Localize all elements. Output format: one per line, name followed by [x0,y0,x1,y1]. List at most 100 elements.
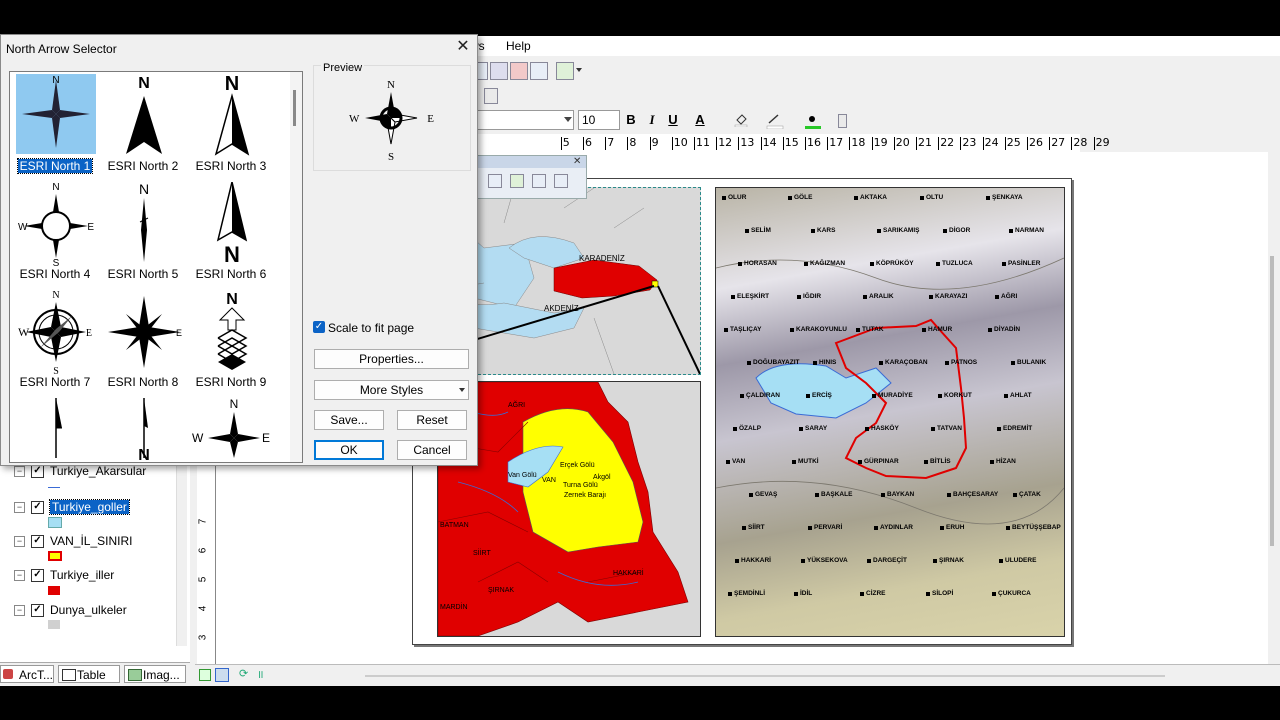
toc-layer-row[interactable]: − ✓ Dunya_ulkeler [14,601,127,619]
format-toolbar-options-icon[interactable] [838,114,847,128]
float-tool-2-icon[interactable] [510,174,524,188]
float-tool-3-icon[interactable] [532,174,546,188]
relief-place-dot [745,229,749,233]
save-button[interactable]: Save... [314,410,384,430]
toolbar-grip-icon[interactable] [484,88,498,104]
fill-color-icon[interactable] [734,113,748,128]
layer-name[interactable]: VAN_İL_SINIRI [50,534,132,548]
marker-color-icon[interactable] [804,113,822,129]
ruler-tick [605,137,607,150]
refresh-icon[interactable]: ⟳ [239,667,248,680]
relief-place-label: KAĞIZMAN [810,260,846,267]
layout-view-icon[interactable] [215,668,229,682]
toc-scrollbar[interactable] [176,456,187,646]
cancel-button[interactable]: Cancel [397,440,467,460]
gallery-scrollbar[interactable] [290,72,302,462]
float-tool-1-icon[interactable] [488,174,502,188]
north-arrow-option[interactable]: N ESRI North 9 [188,288,274,392]
float-tool-4-icon[interactable] [554,174,568,188]
toolbar-dropdown-icon[interactable] [576,68,582,72]
north-arrow-option[interactable]: N ESRI North 2 [100,72,186,176]
collapse-icon[interactable]: − [14,535,25,547]
layer-visibility-checkbox[interactable]: ✓ [31,603,44,617]
toolbox-icon[interactable] [510,62,528,80]
gallery-scroll-thumb[interactable] [293,90,296,126]
window-icon[interactable] [530,62,548,80]
collapse-icon[interactable]: − [14,604,25,616]
floating-toolbar-titlebar[interactable] [476,156,586,168]
font-name-combo[interactable] [470,110,574,130]
toc-layer-row[interactable]: − ✓ Turkiye_goller [14,498,130,516]
relief-place-dot [788,196,792,200]
north-arrow-label-text: ESRI North 6 [195,267,267,281]
underline-button[interactable]: U [665,111,681,129]
ruler-tick [694,137,695,150]
relief-place-label: TUTAK [862,326,884,333]
svg-text:N: N [224,242,240,266]
collapse-icon[interactable]: − [14,465,25,477]
pause-icon[interactable]: ॥ [257,667,264,682]
ruler-tick-label: 16 [807,136,821,149]
layer-name[interactable]: Turkiye_Akarsular [50,464,146,478]
scale-to-fit-label[interactable]: Scale to fit page [328,321,414,335]
layer-visibility-checkbox[interactable]: ✓ [31,568,44,582]
north-arrow-gallery[interactable]: N E W N N ESRI North 9 E ESRI North 8 N S E W ESRI N… [9,71,303,463]
north-arrow-option[interactable]: N ESRI North 5 [100,180,186,284]
font-name-dropdown-icon[interactable] [564,117,572,122]
relief-place-dot [943,229,947,233]
layer-name[interactable]: Turkiye_goller [49,499,130,515]
svg-text:S: S [53,258,60,266]
layer-visibility-checkbox[interactable]: ✓ [31,464,44,478]
font-size-combo[interactable]: 10 [578,110,620,130]
data-view-icon[interactable] [199,669,211,681]
menu-help[interactable]: Help [506,39,531,53]
collapse-icon[interactable]: − [14,569,25,581]
preview-e-letter: E [427,113,434,125]
toc-layer-row[interactable]: − ✓ VAN_İL_SINIRI [14,532,132,550]
ok-button[interactable]: OK [314,440,384,460]
north-arrow-option[interactable] [12,396,98,462]
relief-place-dot [881,493,885,497]
north-arrow-option[interactable]: N [100,396,186,462]
north-arrow-option[interactable]: N S E W ESRI North 7 [12,288,98,392]
svg-text:N: N [52,290,59,301]
ruler-tick-label: 9 [651,136,659,149]
north-arrow-label-text: ESRI North 8 [107,375,179,389]
layer-visibility-checkbox[interactable]: ✓ [31,500,44,514]
scale-to-fit-checkbox[interactable]: ✓ [313,321,325,333]
font-color-button[interactable]: A [692,111,708,129]
layer-name[interactable]: Turkiye_iller [50,568,114,582]
relief-map-frame[interactable]: OLUR GÖLE AKTAKA OLTU ŞENKAYA SELİM KARS SARIKA… [715,187,1065,637]
north-arrow-option[interactable]: E ESRI North 8 [100,288,186,392]
line-color-icon[interactable] [766,113,784,130]
relief-place-label: YÜKSEKOVA [807,557,848,564]
ruler-tick-label: 27 [1051,136,1066,149]
layer-name[interactable]: Dunya_ulkeler [50,603,127,617]
layout-page[interactable]: KARADENİZ AKDENİZ ✕ AĞRI Van Gölü VAN Er… [412,155,1072,645]
toc-layer-row[interactable]: − ✓ Turkiye_iller [14,566,114,584]
north-arrow-option[interactable]: N ESRI North 1 [12,72,98,176]
north-arrow-option[interactable]: N ESRI North 6 [188,180,274,284]
north-arrow-option[interactable]: N S E W ESRI North 4 [12,180,98,284]
collapse-icon[interactable]: − [14,501,25,513]
properties-button[interactable]: Properties... [314,349,469,369]
bold-button[interactable]: B [623,111,639,129]
floating-close-icon[interactable]: ✕ [573,156,581,167]
ruler-tick [982,137,984,150]
reset-button[interactable]: Reset [397,410,467,430]
north-arrow-option[interactable]: N E W [188,396,274,462]
relief-place-dot [929,295,933,299]
more-styles-button[interactable]: More Styles [314,380,469,400]
italic-button[interactable]: I [644,111,660,129]
print-preview-icon[interactable] [490,62,508,80]
north-arrow-option[interactable]: N ESRI North 3 [188,72,274,176]
relief-place-label: AKTAKA [860,194,887,201]
vertical-scrollbar[interactable] [1270,256,1274,546]
horizontal-scrollbar[interactable] [365,675,1165,677]
ruler-tick-label: 6 [197,547,209,554]
layer-visibility-checkbox[interactable]: ✓ [31,534,44,548]
model-builder-icon[interactable] [556,62,574,80]
relief-place-dot [924,460,928,464]
close-icon[interactable]: ✕ [455,39,471,55]
relief-place-dot [728,592,732,596]
